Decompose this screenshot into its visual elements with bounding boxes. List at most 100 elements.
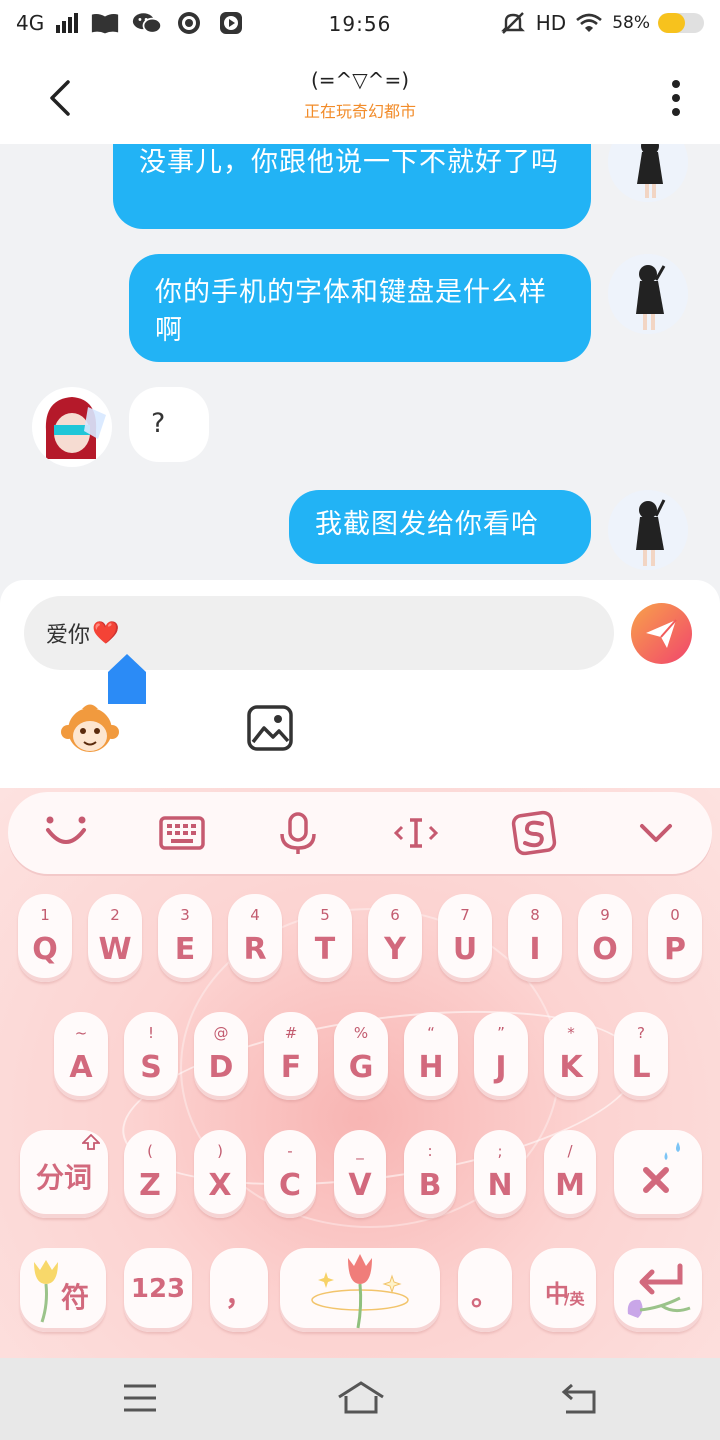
key-label: M [555,1168,585,1203]
key-label: G [348,1050,374,1085]
send-button[interactable] [631,603,692,664]
message-bubble[interactable]: 我截图发给你看哈 [289,490,591,564]
key-label: P [664,932,686,967]
message-bubble[interactable]: 你的手机的字体和键盘是什么样啊 [129,254,591,362]
key-s[interactable]: ! S [124,1012,178,1100]
key-label: Z [139,1168,161,1203]
chat-area[interactable]: 没事儿，你跟他说一下不就好了吗 你的手机的字体和键盘是什么样啊 ? 我截图发给你… [0,144,720,584]
message-text: 你的手机的字体和键盘是什么样啊 [155,277,547,346]
enter-key[interactable] [614,1248,702,1332]
key-o[interactable]: 9O [578,894,632,982]
number-key[interactable]: 123 [124,1248,192,1332]
space-key[interactable] [280,1248,440,1332]
key-c[interactable]: -C [264,1130,316,1218]
key-w[interactable]: 2W [88,894,142,982]
key-h[interactable]: “H [404,1012,458,1100]
back-icon [561,1383,596,1414]
battery-icon [658,13,704,33]
fenci-label: 分词 [35,1161,92,1194]
title-block: (=^▽^=) 正在玩奇幻都市 [0,68,720,122]
message-bubble[interactable]: 没事儿，你跟他说一下不就好了吗 [113,144,591,229]
key-x[interactable]: ) X [194,1130,246,1218]
my-avatar[interactable] [608,254,688,334]
key-k[interactable]: * K [544,1012,598,1100]
key-label: H [418,1050,444,1085]
key-u[interactable]: 7U [438,894,492,982]
key-hint: @ [213,1024,229,1042]
recent-apps-button[interactable] [120,1380,160,1416]
chevron-down-icon [640,824,672,842]
emoji-face-button[interactable] [42,810,90,856]
language-switch-key[interactable]: 中 /英 [530,1248,596,1332]
key-hint: % [353,1024,369,1042]
my-avatar[interactable] [608,490,688,570]
key-label: I [529,932,541,967]
key-b[interactable]: :B [404,1130,456,1218]
key-m[interactable]: / M [544,1130,596,1218]
shift-icon [82,1134,100,1150]
keyboard-layout-button[interactable] [158,810,206,856]
home-icon [338,1381,384,1414]
contact-avatar[interactable] [32,387,112,467]
key-label: K [559,1050,583,1085]
key-hint: 3 [180,906,190,924]
key-hint: 4 [250,906,260,924]
status-right: HD 58% [498,10,704,36]
sogou-icon [511,810,557,856]
period-label: 。 [470,1279,499,1312]
number-label: 123 [130,1274,186,1304]
key-q[interactable]: 1Q [18,894,72,982]
key-y[interactable]: 6Y [368,894,422,982]
wifi-icon [574,10,604,36]
key-t[interactable]: 5T [298,894,352,982]
key-i[interactable]: 8I [508,894,562,982]
key-f[interactable]: # F [264,1012,318,1100]
text-cursor-handle[interactable] [108,654,146,704]
key-hint: 9 [600,906,610,924]
key-label: C [278,1168,302,1203]
key-j[interactable]: ” J [474,1012,528,1100]
key-hint: ” [497,1024,505,1042]
key-label: W [98,932,132,967]
key-hint: “ [427,1024,435,1042]
key-n[interactable]: ; N [474,1130,526,1218]
comma-label: ， [224,1279,253,1312]
voice-input-button[interactable] [274,810,322,856]
my-avatar[interactable] [608,144,688,202]
home-button[interactable] [336,1380,386,1416]
key-hint: 1 [40,906,50,924]
monkey-face-icon [61,704,119,752]
key-a[interactable]: ~ A [54,1012,108,1100]
key-label: X [208,1168,232,1203]
key-e[interactable]: 3E [158,894,212,982]
image-picker-button[interactable] [246,704,294,752]
symbol-key[interactable]: 符 [20,1248,106,1332]
key-hint: - [287,1142,293,1160]
page-title: (=^▽^=) [310,68,410,92]
back-nav-button[interactable] [560,1380,600,1416]
message-bubble[interactable]: ? [129,387,209,462]
more-options-button[interactable] [662,78,690,118]
key-r[interactable]: 4R [228,894,282,982]
key-v[interactable]: _ V [334,1130,386,1218]
cursor-move-button[interactable] [392,810,440,856]
key-p[interactable]: 0P [648,894,702,982]
key-l[interactable]: ? L [614,1012,668,1100]
key-hint: : [427,1142,433,1160]
comma-key[interactable]: ， [210,1248,268,1332]
hide-keyboard-button[interactable] [632,810,680,856]
menu-icon [124,1384,156,1412]
key-hint: * [567,1024,575,1042]
fenci-key[interactable]: 分词 [20,1130,108,1218]
paper-plane-icon [646,619,677,648]
sticker-button[interactable] [60,700,120,758]
key-hint: ( [147,1142,153,1160]
cursor-icon [393,818,439,848]
key-g[interactable]: % G [334,1012,388,1100]
backspace-key[interactable] [614,1130,702,1218]
key-hint: ; [497,1142,503,1160]
key-d[interactable]: @ D [194,1012,248,1100]
key-z[interactable]: (Z [124,1130,176,1218]
sogou-button[interactable] [510,810,558,856]
period-key[interactable]: 。 [458,1248,512,1332]
